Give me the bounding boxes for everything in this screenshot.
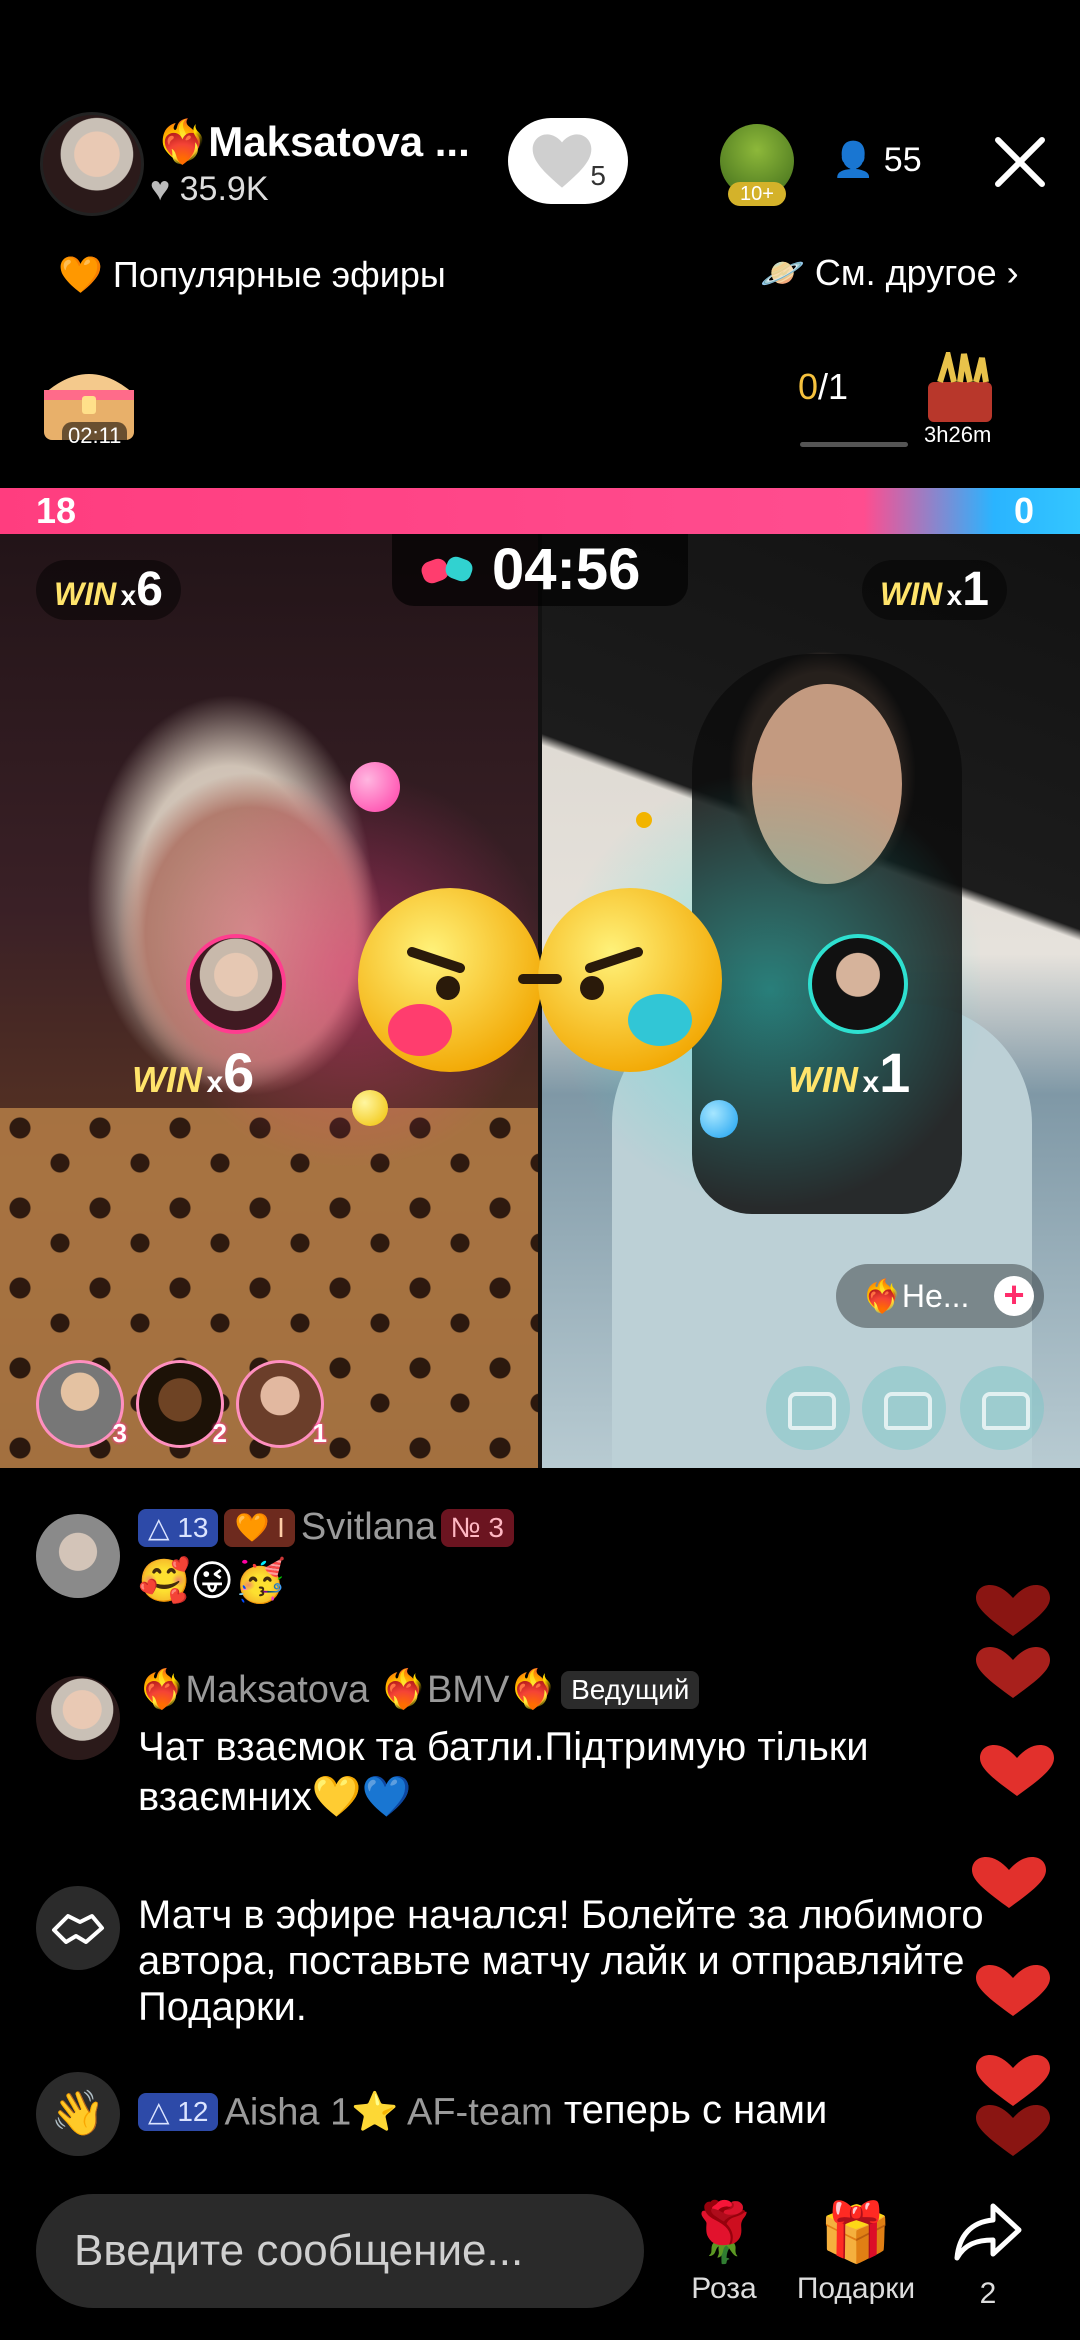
score-left: 18: [36, 490, 77, 531]
heart-icon: ♥: [150, 170, 171, 208]
share-button[interactable]: 2: [928, 2200, 1048, 2311]
win-streak-left: WIN x6: [36, 560, 181, 620]
handshake-system-avatar: [36, 1886, 120, 1970]
battle-timer: 04:56: [392, 534, 688, 606]
fan-badge: 🧡 I: [224, 1508, 295, 1547]
host-likes: ♥ 35.9K: [150, 170, 269, 208]
prize-timer: 3h26m: [924, 422, 992, 447]
waving-hand-icon: 👋: [50, 2089, 106, 2138]
host-tag: Ведущий: [561, 1671, 700, 1709]
score-right: 0: [1014, 490, 1035, 531]
left-top-supporter-3[interactable]: 3: [36, 1360, 127, 1448]
right-streamer-avatar[interactable]: [808, 934, 908, 1034]
small-orange-bubble: [636, 812, 652, 828]
left-top-supporter-1[interactable]: 1: [236, 1360, 327, 1448]
host-avatar[interactable]: [40, 112, 144, 216]
fire-heart-icon: ❤️‍🔥: [138, 1669, 186, 1711]
boxing-gloves-icon: [421, 556, 473, 584]
prize-icon[interactable]: [920, 352, 1000, 426]
chat-username[interactable]: Svitlana: [301, 1506, 436, 1548]
follow-like-button[interactable]: 5: [508, 118, 628, 204]
task-progress-bar: [800, 442, 908, 447]
chat-avatar[interactable]: [36, 1676, 120, 1760]
viewer-count[interactable]: 👤 55: [832, 140, 922, 180]
chat-message-header: ❤️‍🔥Maksatova ❤️‍🔥BMV❤️‍🔥 Ведущий: [138, 1668, 705, 1712]
yellow-bubble: [352, 1090, 388, 1126]
system-message-text: Матч в эфире начался! Болейте за любимог…: [138, 1893, 984, 2029]
chest-timer: 02:11: [62, 422, 128, 450]
top-gifter-badge: 10+: [728, 182, 786, 206]
empty-seat-1[interactable]: [766, 1366, 850, 1450]
chat-message-text: 🥰😜🥳: [138, 1557, 287, 1604]
rose-gift-button[interactable]: 🌹 Роза: [664, 2200, 784, 2306]
message-input[interactable]: [36, 2194, 644, 2308]
center-win-left: WIN x6: [132, 1041, 255, 1104]
top-gifter-avatar[interactable]: 10+: [720, 124, 794, 206]
left-top-supporter-2[interactable]: 2: [136, 1360, 227, 1448]
chat-username[interactable]: Aisha 1⭐ AF-team: [224, 2091, 552, 2133]
gift-icon: 🎁: [819, 2200, 893, 2265]
orange-heart-icon: 🧡: [58, 254, 103, 295]
chat-avatar[interactable]: [36, 1514, 120, 1598]
planet-icon: 🪐: [760, 252, 805, 293]
empty-seat-3[interactable]: [960, 1366, 1044, 1450]
versus-emoji-icon: [358, 888, 722, 1072]
handshake-icon: [52, 1914, 104, 1944]
close-icon[interactable]: [994, 136, 1046, 188]
join-message: △ 12 Aisha 1⭐ AF-team теперь с нами: [138, 2088, 827, 2134]
wave-system-avatar: 👋: [36, 2072, 120, 2156]
win-streak-right: WIN x1: [862, 560, 1007, 620]
left-streamer-avatar[interactable]: [186, 934, 286, 1034]
like-count: 5: [590, 160, 606, 191]
fire-heart-icon: ❤️‍🔥: [156, 118, 209, 165]
fire-heart-icon: ❤️‍🔥: [862, 1278, 902, 1314]
gifts-button[interactable]: 🎁 Подарки: [796, 2200, 916, 2306]
guest-follow-pill[interactable]: ❤️‍🔥Не... +: [836, 1264, 1044, 1328]
chat-username[interactable]: ❤️‍🔥Maksatova ❤️‍🔥BMV❤️‍🔥: [138, 1669, 557, 1711]
chevron-right-icon: ›: [1006, 252, 1019, 293]
level-badge: △ 12: [138, 2093, 219, 2132]
task-progress[interactable]: 0/1: [798, 366, 848, 408]
rank-badge: № 3: [440, 1508, 514, 1547]
pink-bubble: [350, 762, 400, 812]
share-arrow-icon: [954, 2203, 1022, 2261]
heart-outline-icon: [532, 134, 592, 188]
see-other-link[interactable]: 🪐 См. другое ›: [760, 252, 1019, 294]
level-badge: △ 13: [138, 1508, 219, 1547]
add-follow-button[interactable]: +: [994, 1276, 1034, 1316]
rose-icon: 🌹: [687, 2200, 761, 2265]
person-icon: 👤: [832, 141, 875, 179]
battle-score-bar: [0, 488, 1080, 534]
host-name[interactable]: ❤️‍🔥Maksatova ...: [156, 118, 470, 167]
blue-bubble: [700, 1100, 738, 1138]
center-win-right: WIN x1: [788, 1041, 911, 1104]
empty-seat-2[interactable]: [862, 1366, 946, 1450]
chat-message-text: Чат взаємок та батли.Підтримую тільки вз…: [138, 1725, 869, 1819]
chat-message-header: △ 13 🧡 I Svitlana № 3: [138, 1506, 520, 1549]
popular-streams-link[interactable]: 🧡 Популярные эфиры: [58, 254, 446, 296]
floating-hearts-animation: [972, 1585, 1054, 2156]
